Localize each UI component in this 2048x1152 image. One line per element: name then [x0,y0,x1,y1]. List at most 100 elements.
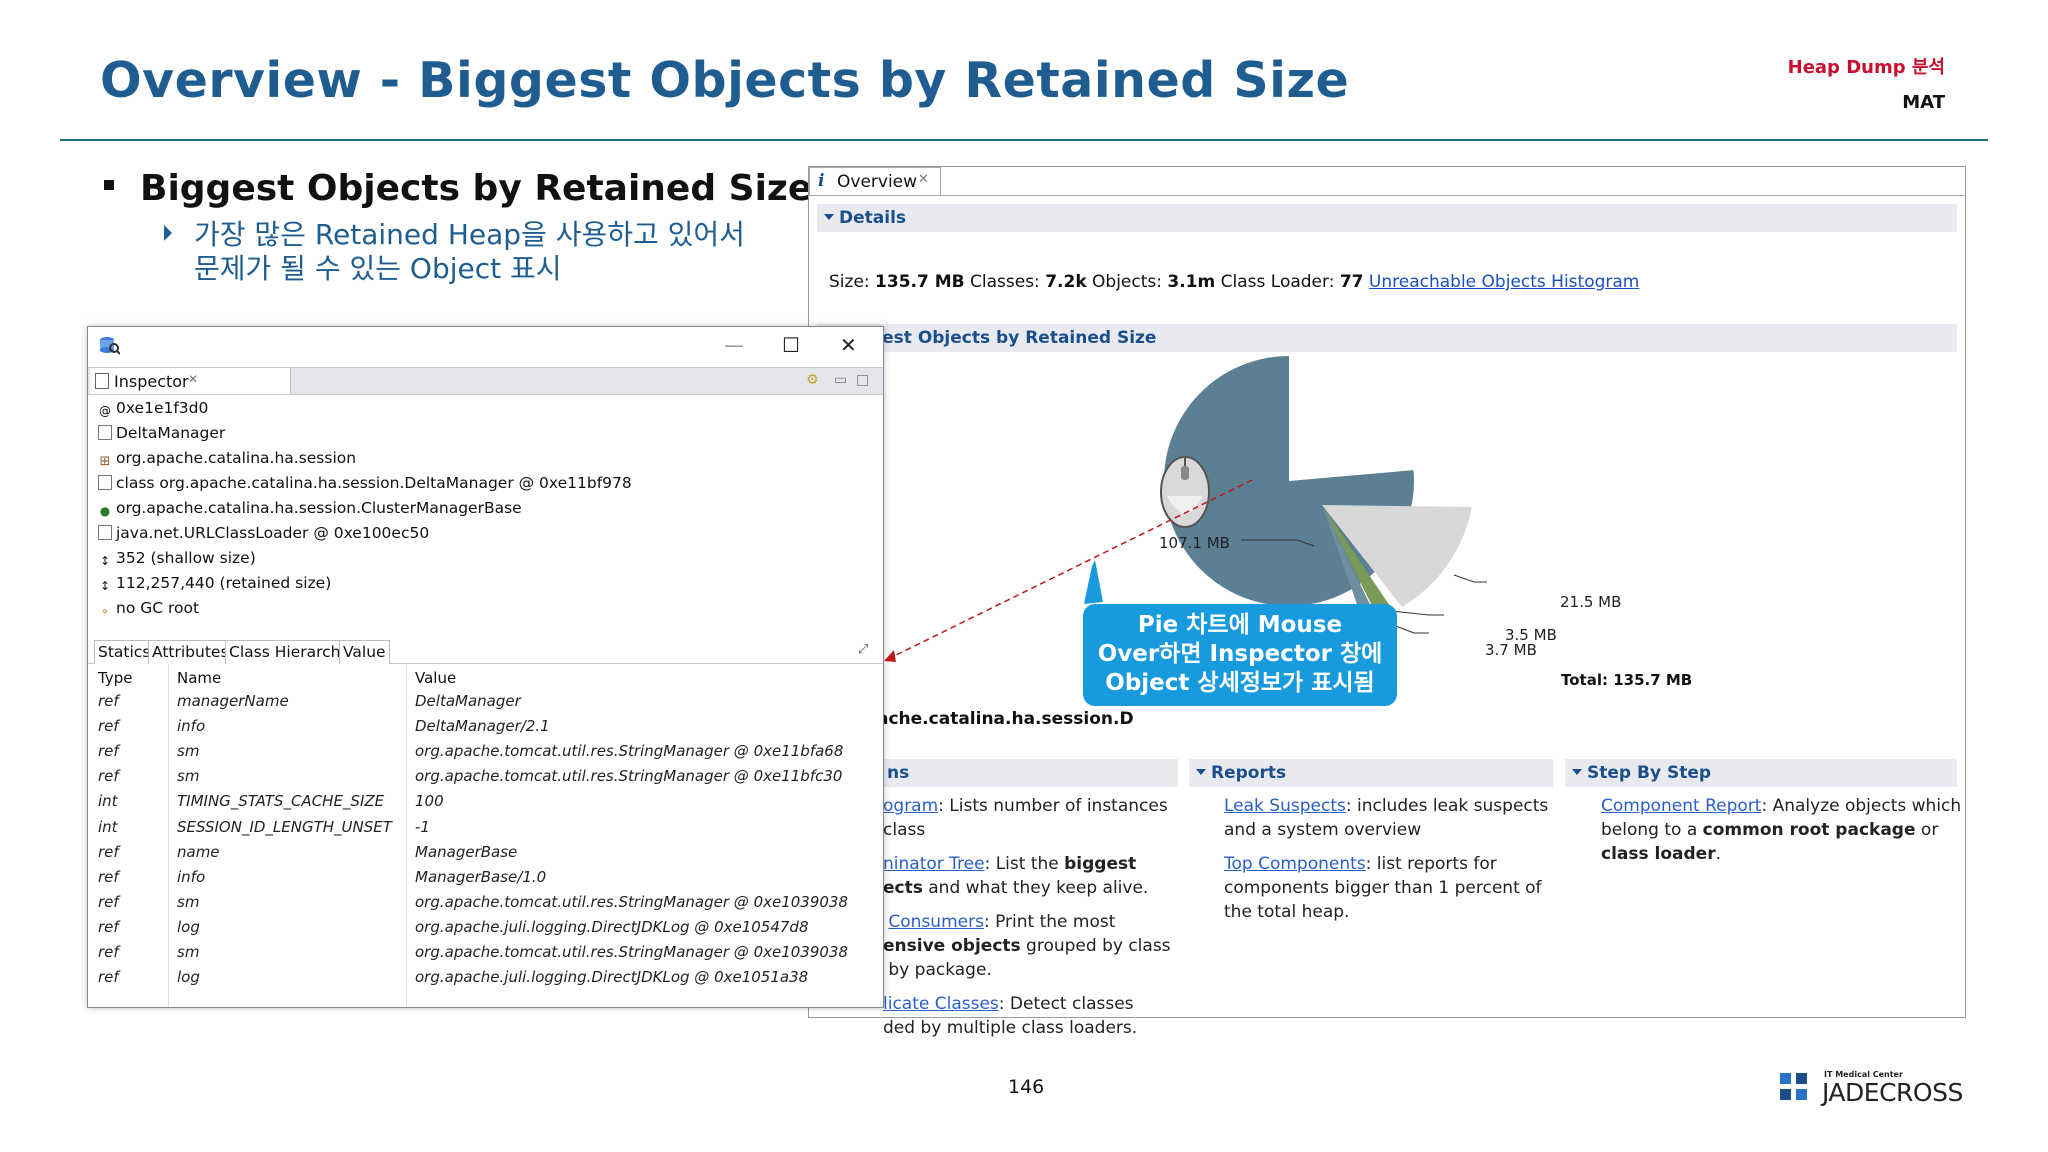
inspector-window: — ☐ ✕ Inspector ✕ ⚙ ▭ □ @0xe1e1f3d0 Delt… [87,326,884,1008]
tree-text: java.net.URLClassLoader @ 0xe100ec50 [116,524,430,542]
table-row[interactable]: int TIMING_STATS_CACHE_SIZE 100 [88,788,883,813]
reports-list: Leak Suspects: includes leak suspects an… [1224,794,1548,924]
expand-icon[interactable]: ⤢ [858,642,868,657]
tree-row-package[interactable]: ⊞ org.apache.catalina.ha.session [98,449,357,473]
action-text: ded by multiple class loaders. [883,1018,1138,1038]
tree-row-class-name[interactable]: DeltaManager [98,424,225,448]
cell-name: info [177,867,206,886]
component-report-link[interactable]: Component Report [1601,796,1761,816]
tab-statics[interactable]: Statics [94,640,155,664]
cell-type: ref [98,917,119,936]
logo-square [1796,1089,1807,1100]
minimize-view-icon[interactable]: ▭ [834,372,847,388]
size-icon: ↕ [99,579,111,593]
column-name[interactable]: Name [177,669,221,687]
cell-type: ref [98,717,119,736]
maximize-view-icon[interactable]: □ [856,372,869,388]
collapse-icon [824,214,834,220]
action-text: and what they keep alive. [922,878,1149,898]
column-type[interactable]: Type [98,669,132,687]
tab-attributes[interactable]: Attributes [148,640,233,664]
action-text: : Detect classes [998,994,1134,1014]
maximize-button[interactable]: ☐ [782,333,800,357]
histogram-link[interactable]: ogram [883,796,938,816]
report-text: the total heap. [1224,902,1350,922]
action-text: : Lists number of instances [938,796,1168,816]
classloader-icon [98,525,112,540]
pin-icon[interactable]: ⚙ [806,372,819,388]
tree-row-superclass[interactable]: ● org.apache.catalina.ha.session.ClusterM… [98,499,522,523]
table-row[interactable]: ref sm org.apache.tomcat.util.res.StringMa… [88,738,883,763]
reports-section-header[interactable]: Reports [1189,759,1553,787]
pie-label-21mb: 21.5 MB [1560,593,1622,611]
callout-line-3: Object 상세정보가 표시됨 [1105,670,1375,696]
slide-title: Overview - Biggest Objects by Retained S… [100,52,1350,109]
tab-inspector[interactable]: Inspector ✕ [90,368,291,394]
tree-text: org.apache.catalina.ha.session [116,449,357,467]
details-section-header[interactable]: Details [817,204,1957,232]
pie-gap [1289,356,1414,481]
details-line: Size: 135.7 MB Classes: 7.2k Objects: 3.… [829,272,1639,292]
sub-bullet-line-1: 가장 많은 Retained Heap을 사용하고 있어서 [194,218,745,251]
tree-row-gc-root[interactable]: ∘ no GC root [98,599,199,623]
leak-suspects-link[interactable]: Leak Suspects [1224,796,1346,816]
table-row[interactable]: int SESSION_ID_LENGTH_UNSET -1 [88,814,883,839]
tree-text: 0xe1e1f3d0 [116,399,209,417]
table-row[interactable]: ref sm org.apache.tomcat.util.res.StringMa… [88,939,883,964]
tab-overview[interactable]: i Overview ✕ [809,167,941,196]
table-row[interactable]: ref log org.apache.juli.logging.DirectJDKL… [88,914,883,939]
close-button[interactable]: ✕ [840,333,857,357]
table-row[interactable]: ref info ManagerBase/1.0 [88,864,883,889]
close-icon[interactable]: ✕ [918,172,929,187]
collapse-icon [1196,769,1206,775]
minimize-button[interactable]: — [724,333,744,357]
tree-row-shallow-size[interactable]: ↕ 352 (shallow size) [98,549,256,573]
inspector-tab-row: Inspector ✕ ⚙ ▭ □ [88,367,883,395]
cell-name: sm [177,742,200,761]
objects-label: Objects: [1092,272,1162,292]
tree-row-retained-size[interactable]: ↕ 112,257,440 (retained size) [98,574,331,598]
close-icon[interactable]: ✕ [188,372,198,386]
cell-name: log [177,917,200,936]
classes-label: Classes: [970,272,1040,292]
leader-line [1453,574,1487,583]
package-icon: ⊞ [99,454,111,469]
reports-header-label: Reports [1211,763,1287,783]
tree-row-classloader[interactable]: java.net.URLClassLoader @ 0xe100ec50 [98,524,429,548]
actions-section-header[interactable]: ns [883,759,1178,787]
table-row[interactable]: ref sm org.apache.tomcat.util.res.StringMa… [88,889,883,914]
class-icon: ● [99,504,111,518]
step-text: . [1715,844,1721,864]
tree-row-class[interactable]: class org.apache.catalina.ha.session.Del… [98,474,632,498]
table-row[interactable]: ref sm org.apache.tomcat.util.res.StringMa… [88,763,883,788]
tab-overview-label: Overview [837,172,918,192]
tab-value[interactable]: Value [339,640,390,664]
pie-total: Total: 135.7 MB [1561,671,1693,689]
dominator-tree-link[interactable]: ninator Tree [883,854,985,874]
inspector-titlebar: — ☐ ✕ [88,327,883,363]
unreachable-objects-link[interactable]: Unreachable Objects Histogram [1369,272,1639,292]
sub-bullet-line-2: 문제가 될 수 있는 Object 표시 [194,252,562,285]
table-row[interactable]: ref managerName DeltaManager [88,688,883,713]
tab-class-hierarchy[interactable]: Class Hierarchy [225,640,354,664]
duplicate-classes-link[interactable]: licate Classes [883,994,999,1014]
annotation-callout: Pie 차트에 Mouse Over하면 Inspector 창에 Object… [1083,604,1397,706]
report-text: and a system overview [1224,820,1422,840]
step-by-step-section-header[interactable]: Step By Step [1565,759,1957,787]
table-row[interactable]: ref log org.apache.juli.logging.DirectJDKL… [88,964,883,989]
main-bullet: Biggest Objects by Retained Size [104,168,812,209]
gc-root-icon: ∘ [101,604,109,618]
cell-type: int [98,792,118,811]
biggest-objects-section-header[interactable]: Biggest Objects by Retained Size [817,324,1957,352]
cell-name: info [177,717,206,736]
table-row[interactable]: ref name ManagerBase [88,839,883,864]
cell-name: TIMING_STATS_CACHE_SIZE [177,792,385,811]
callout-line-2: Over하면 Inspector 창에 [1097,641,1383,667]
top-consumers-link[interactable]: Consumers [888,912,984,932]
tree-row-address[interactable]: @0xe1e1f3d0 [98,399,208,423]
column-value[interactable]: Value [415,669,456,687]
table-row[interactable]: ref info DeltaManager/2.1 [88,713,883,738]
action-text: ects [883,878,923,898]
top-components-link[interactable]: Top Components [1224,854,1366,874]
tree-text: org.apache.catalina.ha.session.ClusterMa… [116,499,522,517]
